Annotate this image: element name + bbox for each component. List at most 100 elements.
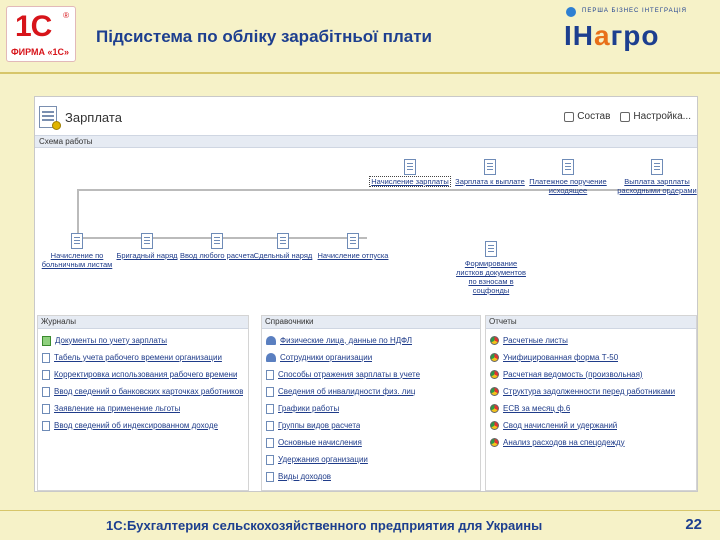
panel-actions: Состав Настройка... [564,111,691,122]
references-panel: Справочники Физические лица, данные по Н… [261,315,481,491]
logo-word-end: гро [610,20,660,51]
node-salary-payable[interactable]: Зарплата к выплате [450,159,530,186]
node-sick-leave[interactable]: Начисление по больничным листам [37,233,117,269]
document-icon [347,233,359,249]
list-item-label: Документы по учету зарплаты [55,335,168,345]
people-icon [266,336,276,345]
list-item[interactable]: Виды доходов [266,468,476,485]
list-item[interactable]: ЕСВ за месяц ф.6 [490,400,692,417]
list-item[interactable]: Физические лица, данные по НДФЛ [266,332,476,349]
logo-dot-icon [566,7,576,17]
document-icon [485,241,497,257]
salary-panel-icon [39,106,61,130]
doc-icon [266,369,274,380]
list-item-label: Физические лица, данные по НДФЛ [280,335,413,345]
slide-header: 1С ® ФИРМА «1С» Підсистема по обліку зар… [0,0,720,72]
doc-icon [266,386,274,397]
node-piecework[interactable]: Сдельный наряд [243,233,323,260]
document-icon [211,233,223,249]
doc-icon [42,386,50,397]
logo-1c-registered: ® [63,11,69,20]
list-item[interactable]: Сотрудники организации [266,349,476,366]
node-label: Формирование листков документов по взнос… [456,259,526,295]
list-item[interactable]: Табель учета рабочего времени организаци… [42,349,244,366]
list-item-label: Ввод сведений о банковских карточках раб… [54,386,244,396]
doc-icon [266,471,274,482]
logo-1c: 1С ® ФИРМА «1С» [6,6,76,62]
list-item[interactable]: Документы по учету зарплаты [42,332,244,349]
list-item[interactable]: Расчетные листы [490,332,692,349]
list-item-label: Корректировка использования рабочего вре… [54,369,238,379]
list-item[interactable]: Основные начисления [266,434,476,451]
document-icon [71,233,83,249]
doc-icon [42,420,50,431]
panel-title: Зарплата [65,110,122,125]
footer-product-name: 1С:Бухгалтерия сельскохозяйственного пре… [106,518,543,533]
document-icon [562,159,574,175]
green-journal-icon [42,335,51,346]
report-icon [490,438,499,447]
list-item-label: Унифицированная форма Т-50 [503,352,619,362]
logo-word-start: ІН [564,20,594,51]
journals-list: Документы по учету зарплаты Табель учета… [38,329,248,437]
logo-1c-mark: 1С [15,10,52,43]
logo-inagro: ПЕРША БІЗНЕС ІНТЕГРАЦІЯ ІНагро [564,7,712,54]
journals-header: Журналы [38,316,248,329]
node-label: Сдельный наряд [253,251,313,260]
list-item[interactable]: Корректировка использования рабочего вре… [42,366,244,383]
compose-icon [564,111,575,122]
list-item-label: Ввод сведений об индексированном доходе [54,420,218,430]
list-item-label: Графики работы [278,403,340,413]
list-item[interactable]: Удержания организации [266,451,476,468]
node-label: Зарплата к выплате [455,177,525,186]
node-accrual[interactable]: Начисление зарплаты [369,159,451,187]
doc-icon [266,420,274,431]
doc-icon [266,437,274,448]
list-item[interactable]: Структура задолженности перед работникам… [490,383,692,400]
node-team-order[interactable]: Бригадный наряд [107,233,187,260]
reports-list: Расчетные листы Унифицированная форма Т-… [486,329,696,454]
doc-icon [42,403,50,414]
node-social-fund[interactable]: Формирование листков документов по взнос… [451,241,531,295]
list-item-label: Свод начислений и удержаний [503,420,618,430]
list-item-label: Виды доходов [278,471,332,481]
node-payment-order[interactable]: Платежное поручение исходящее [528,159,608,195]
list-item[interactable]: Расчетная ведомость (произвольная) [490,366,692,383]
report-icon [490,336,499,345]
list-item-label: Анализ расходов на спецодежду [503,437,625,447]
document-icon [404,159,416,175]
report-icon [490,387,499,396]
workflow-diagram: Начисление зарплаты Зарплата к выплате П… [35,149,697,314]
node-cash-payout[interactable]: Выплата зарплаты расходными ордерами [617,159,697,195]
compose-label: Состав [577,111,611,122]
list-item[interactable]: Ввод сведений об индексированном доходе [42,417,244,434]
app-panel: Зарплата Состав Настройка... Схема работ… [34,96,698,492]
list-item[interactable]: Ввод сведений о банковских карточках раб… [42,383,244,400]
node-label: Бригадный наряд [116,251,178,260]
document-icon [277,233,289,249]
list-item[interactable]: Заявление на применение льготы [42,400,244,417]
list-item[interactable]: Способы отражения зарплаты в учете [266,366,476,383]
reports-header: Отчеты [486,316,696,329]
node-vacation[interactable]: Начисление отпуска [313,233,393,260]
list-item[interactable]: Унифицированная форма Т-50 [490,349,692,366]
node-label: Начисление зарплаты [369,176,451,187]
compose-button[interactable]: Состав [564,111,610,122]
list-item-label: Структура задолженности перед работникам… [503,386,676,396]
settings-button[interactable]: Настройка... [620,111,691,122]
list-item[interactable]: Анализ расходов на спецодежду [490,434,692,451]
header-divider [0,72,720,74]
list-item[interactable]: Сведения об инвалидности физ. лиц [266,383,476,400]
report-icon [490,370,499,379]
document-icon [484,159,496,175]
report-icon [490,353,499,362]
journals-panel: Журналы Документы по учету зарплаты Табе… [37,315,249,491]
report-icon [490,404,499,413]
node-label: Начисление отпуска [317,251,389,260]
panel-title-row: Зарплата Состав Настройка... [35,97,697,133]
document-icon [141,233,153,249]
people-icon [266,353,276,362]
list-item[interactable]: Свод начислений и удержаний [490,417,692,434]
list-item[interactable]: Графики работы [266,400,476,417]
list-item[interactable]: Группы видов расчета [266,417,476,434]
